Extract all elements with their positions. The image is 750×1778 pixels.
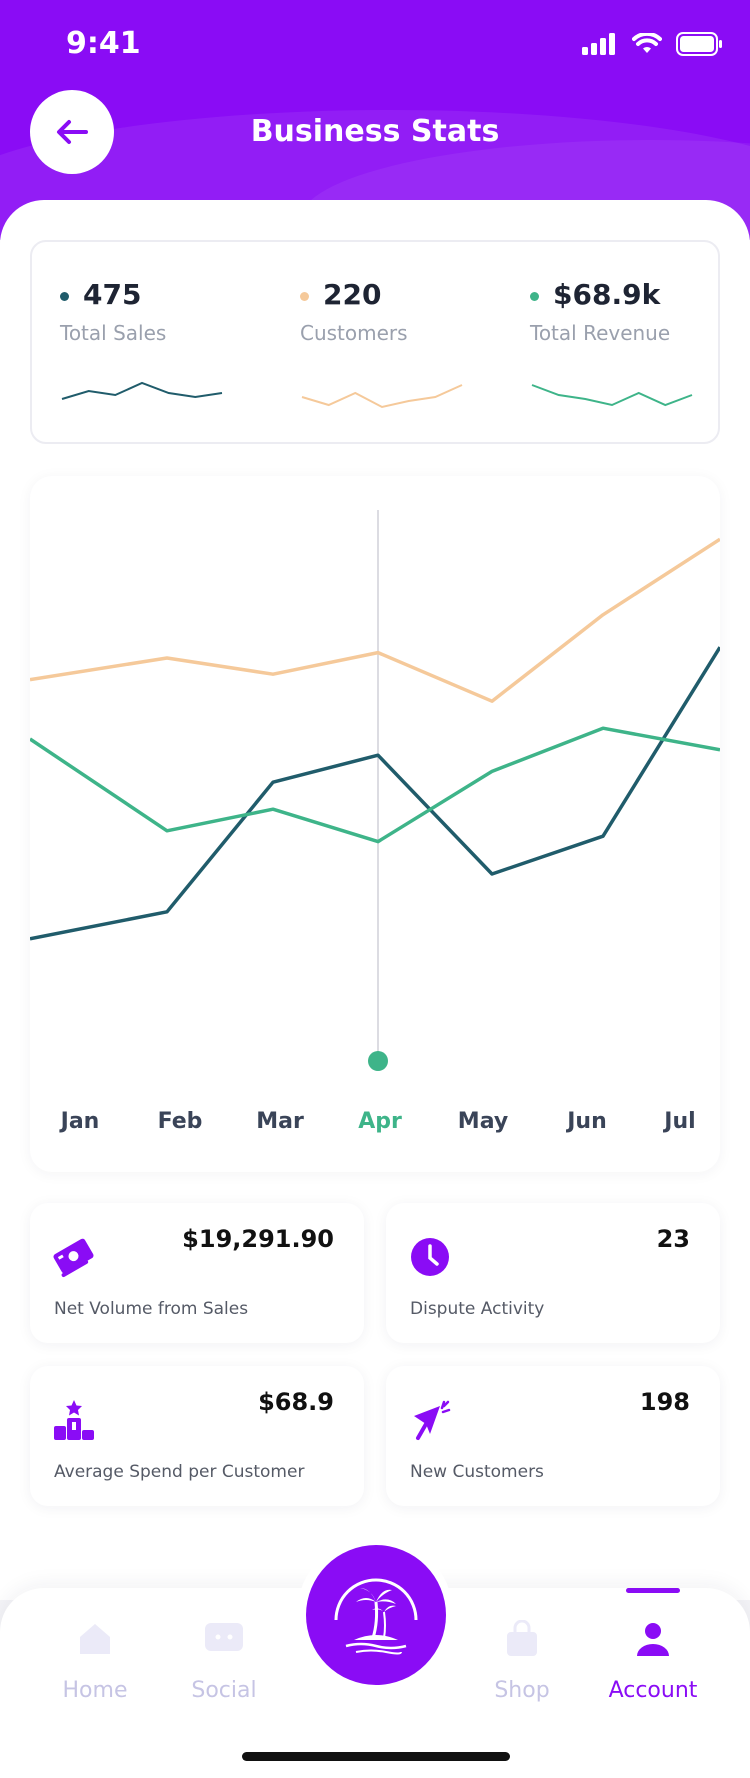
- series-dot: [60, 292, 69, 301]
- tab-shop[interactable]: Shop: [457, 1620, 587, 1703]
- home-indicator: [242, 1752, 510, 1761]
- sparkline-total-sales: [61, 381, 223, 400]
- tab-social[interactable]: Social: [159, 1620, 289, 1703]
- stat-label: Dispute Activity: [410, 1299, 545, 1319]
- x-axis-label[interactable]: Mar: [256, 1109, 304, 1134]
- stat-value: 23: [656, 1225, 690, 1253]
- line-chart-card[interactable]: Jan Feb Mar Apr May Jun Jul: [30, 476, 720, 1172]
- x-axis-label[interactable]: Jun: [565, 1109, 607, 1134]
- stat-card-average-spend[interactable]: $68.9 Average Spend per Customer: [30, 1366, 364, 1506]
- kpi-value: 220: [323, 278, 382, 311]
- status-time: 9:41: [66, 26, 141, 61]
- sparkline-path: [531, 384, 693, 407]
- megaphone-icon: [414, 1400, 451, 1440]
- x-axis-label[interactable]: Jul: [662, 1109, 695, 1134]
- series-dot: [530, 292, 539, 301]
- sparkline-path: [301, 384, 463, 409]
- stat-card-net-volume[interactable]: $19,291.90 Net Volume from Sales: [30, 1203, 364, 1343]
- kpi-value: 475: [83, 278, 142, 311]
- battery-icon: [676, 32, 722, 56]
- x-axis-label[interactable]: Apr: [358, 1109, 402, 1134]
- tab-label: Account: [608, 1678, 698, 1703]
- chat-icon: [205, 1623, 243, 1651]
- kpi-value: $68.9k: [553, 278, 661, 311]
- bag-icon: [507, 1620, 537, 1656]
- kpi-label: Total Revenue: [530, 321, 671, 345]
- stat-card-new-customers[interactable]: 198 New Customers: [386, 1366, 720, 1506]
- stat-value: $19,291.90: [182, 1225, 334, 1253]
- clock-icon: [411, 1238, 449, 1276]
- stat-value: $68.9: [258, 1388, 334, 1416]
- money-icon: [53, 1238, 94, 1277]
- page-title: Business Stats: [250, 114, 500, 149]
- stat-value: 198: [639, 1388, 690, 1416]
- sparkline-total-revenue: [531, 384, 693, 407]
- x-axis-label[interactable]: Feb: [158, 1109, 203, 1134]
- chart-series-line-1: [30, 537, 720, 703]
- kpi-total-sales: 475 Total Sales: [60, 278, 223, 400]
- stat-label: Average Spend per Customer: [54, 1462, 305, 1482]
- stat-label: Net Volume from Sales: [54, 1299, 249, 1319]
- line-chart[interactable]: Jan Feb Mar Apr May Jun Jul: [30, 476, 720, 1172]
- selection-marker[interactable]: [368, 1051, 388, 1071]
- kpi-customers: 220 Customers: [300, 278, 463, 409]
- tab-label: Shop: [494, 1678, 550, 1703]
- signal-icon: [582, 33, 615, 55]
- kpi-label: Total Sales: [60, 321, 167, 345]
- stat-label: New Customers: [410, 1462, 544, 1482]
- x-axis-label[interactable]: May: [458, 1109, 508, 1134]
- sparkline-customers: [301, 384, 463, 409]
- center-action-button[interactable]: [306, 1545, 446, 1685]
- tab-label: Social: [191, 1678, 257, 1703]
- home-icon: [80, 1624, 110, 1654]
- stat-card-dispute-activity[interactable]: 23 Dispute Activity: [386, 1203, 720, 1343]
- status-icons: [582, 32, 722, 56]
- user-icon: [637, 1623, 669, 1656]
- summary-card: 475 Total Sales 220 Customers $68.9k Tot…: [30, 240, 720, 444]
- kpi-total-revenue: $68.9k Total Revenue: [530, 278, 693, 407]
- tab-account[interactable]: Account: [588, 1620, 718, 1703]
- tab-label: Home: [62, 1678, 128, 1703]
- chart-series-line-2: [30, 646, 720, 941]
- sparkline-path: [61, 381, 223, 400]
- x-axis-label[interactable]: Jan: [59, 1109, 100, 1134]
- series-dot: [300, 292, 309, 301]
- chart-series-line-3: [30, 726, 720, 844]
- palm-island-icon: [334, 1578, 418, 1655]
- active-tab-indicator: [626, 1588, 680, 1593]
- kpi-label: Customers: [300, 321, 408, 345]
- podium-icon: [54, 1400, 94, 1440]
- wifi-icon: [632, 33, 662, 53]
- tab-home[interactable]: Home: [30, 1620, 160, 1703]
